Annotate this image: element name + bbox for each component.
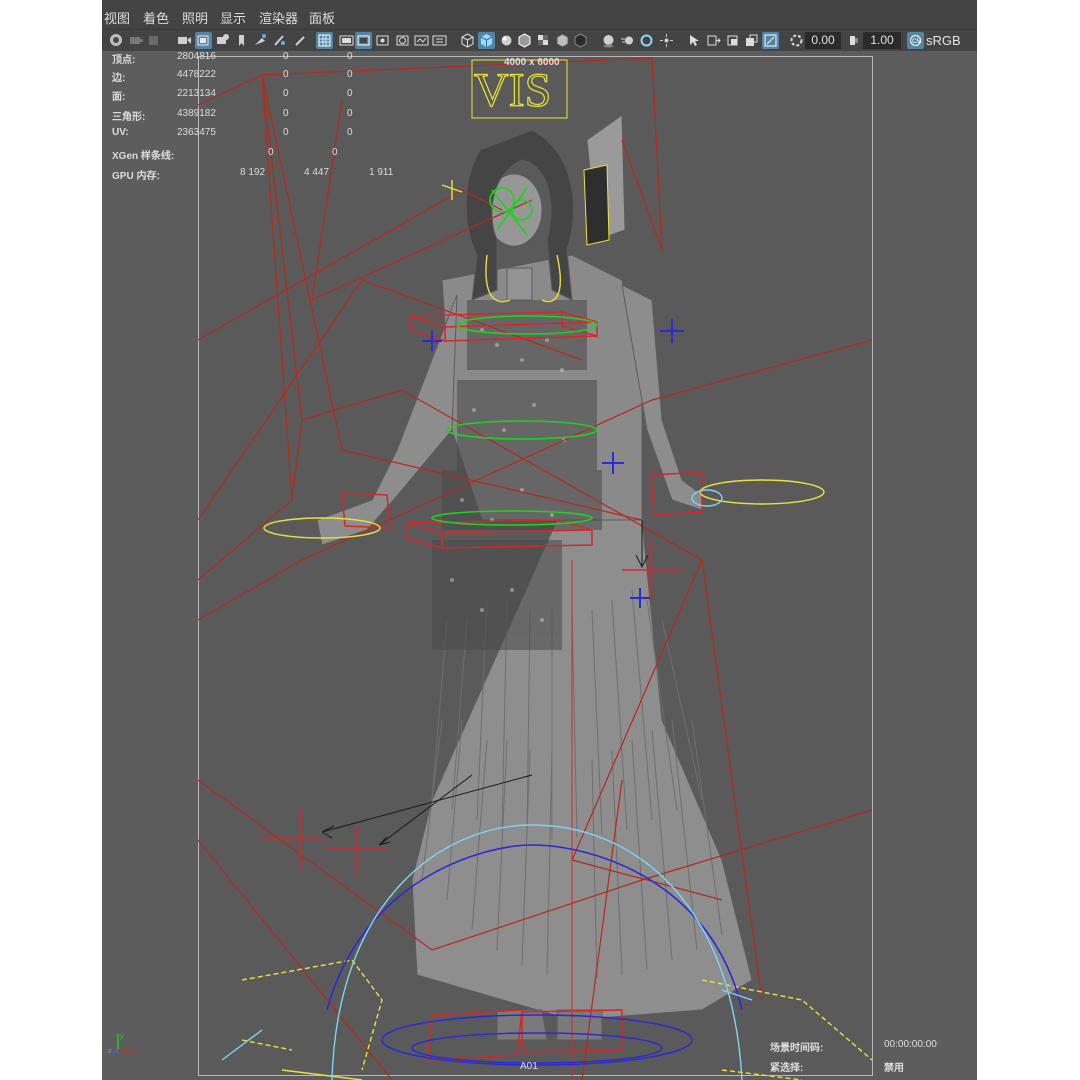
hud-edge-selected: 0 [283,69,289,80]
resolution-gate-label: 4000 x 6000 [504,57,560,68]
xray-joints-icon[interactable] [724,32,741,49]
camera-attributes-icon[interactable] [128,32,145,49]
hud-xgen-label: XGen 样条线: [112,151,175,162]
maya-viewport-window: 视图 着色 照明 显示 渲染器 面板 0.00 1.00 CM sRGB VIS… [102,0,977,1080]
wireframe-on-shaded-icon[interactable] [516,32,533,49]
multisample-aa-icon[interactable] [638,32,655,49]
panel-menubar: 视图 着色 照明 显示 渲染器 面板 [102,0,977,32]
exposure-field[interactable]: 0.00 [805,32,841,49]
hud-vertex-components: 0 [347,51,353,62]
hud-face-value: 2213134 [177,88,216,99]
field-chart-icon[interactable] [394,32,411,49]
pencil-icon[interactable] [292,32,309,49]
3d-viewport[interactable]: VIS 顶点: 2804816 0 0 边: 4478222 0 0 面: 22… [102,51,977,1080]
wireframe-icon[interactable] [459,32,476,49]
hud-face-components: 0 [347,88,353,99]
grease-pencil-icon[interactable] [271,32,288,49]
panel-toolbar: 0.00 1.00 CM sRGB ga [102,29,977,65]
hud-gpu-value-3: 1 911 [369,167,394,178]
svg-text:CM: CM [912,39,921,45]
smooth-shade-icon[interactable] [478,32,495,49]
menu-panels[interactable]: 面板 [309,8,335,27]
use-all-lights-icon[interactable] [554,32,571,49]
hud-edge-value: 4478222 [177,69,216,80]
hud-gpu-value-2: 4 447 [304,167,330,178]
hud-triangle-value: 4389182 [177,108,216,119]
grid-icon[interactable] [316,32,333,49]
hud-triangle-components: 0 [347,108,353,119]
color-management-icon[interactable]: CM [907,32,924,49]
shadows-icon[interactable] [572,32,589,49]
hud-triangle-selected: 0 [283,108,289,119]
depth-of-field-icon[interactable] [658,32,675,49]
select-camera-icon[interactable] [108,32,125,49]
bookmark-icon[interactable] [233,32,250,49]
hud-timecode-label: 场景时间码: [770,1043,824,1054]
svg-text:VIS: VIS [474,64,551,117]
gate-mask-icon[interactable] [374,32,391,49]
hud-gpu-label: GPU 内存: [112,171,160,182]
gamma-field[interactable]: 1.00 [863,32,901,49]
safe-title-icon[interactable] [431,32,448,49]
hud-lock-value: 禁用 [884,1063,904,1074]
hud-triangle-label: 三角形: [112,112,146,123]
hud-edge-label: 边: [112,73,126,84]
hud-uv-selected: 0 [283,127,289,138]
scene-render: VIS [197,57,873,1080]
xray-icon[interactable] [705,32,722,49]
view-transform-dropdown[interactable]: sRGB ga [926,32,977,65]
menu-renderer[interactable]: 渲染器 [259,8,298,27]
hud-uv-components: 0 [347,127,353,138]
camera-view-icon[interactable] [195,32,212,49]
hud-gpu-value-1: 8 192 [240,167,266,178]
hud-face-label: 面: [112,92,126,103]
view-axis-gizmo-icon: y x z [108,1033,138,1055]
xray-active-components-icon[interactable] [743,32,760,49]
menu-show[interactable]: 显示 [220,8,246,27]
motion-blur-icon[interactable] [619,32,636,49]
hud-uv-value: 2363475 [177,127,216,138]
axis-y-label: y [120,1033,124,1040]
exposure-icon[interactable] [788,32,805,49]
hud-xgen-value-1: 0 [268,147,274,158]
menu-lighting[interactable]: 照明 [182,8,208,27]
hud-vertex-label: 顶点: [112,55,136,66]
hud-xgen-value-2: 0 [332,147,338,158]
gamma-icon[interactable] [846,32,863,49]
bookmarks-icon[interactable] [146,32,163,49]
axis-x-label: x [134,1048,138,1055]
film-gate-icon[interactable] [338,32,355,49]
character-model [316,114,753,1041]
screen-space-ao-icon[interactable] [600,32,617,49]
hud-edge-components: 0 [347,69,353,80]
default-material-icon[interactable] [498,32,515,49]
hud-vertex-value: 2804816 [177,51,216,62]
hud-timecode-value: 00:00:00:00 [884,1039,937,1050]
hud-face-selected: 0 [283,88,289,99]
isolate-select-icon[interactable] [686,32,703,49]
menu-shading[interactable]: 着色 [143,8,169,27]
camera-gate-toggle-icon[interactable] [762,32,779,49]
textured-icon[interactable] [535,32,552,49]
hud-vertex-selected: 0 [283,51,289,62]
hud-uv-label: UV: [112,127,129,138]
safe-action-icon[interactable] [413,32,430,49]
2d-pan-zoom-icon[interactable] [252,32,269,49]
resolution-gate-icon[interactable] [355,32,372,49]
hud-lock-label: 紧选择: [770,1063,804,1074]
lock-camera-icon[interactable] [214,32,231,49]
axis-z-label: z [108,1048,112,1055]
menu-view[interactable]: 视图 [104,8,130,27]
image-plane-icon[interactable] [176,32,193,49]
camera-name-label: A01 [520,1061,538,1072]
